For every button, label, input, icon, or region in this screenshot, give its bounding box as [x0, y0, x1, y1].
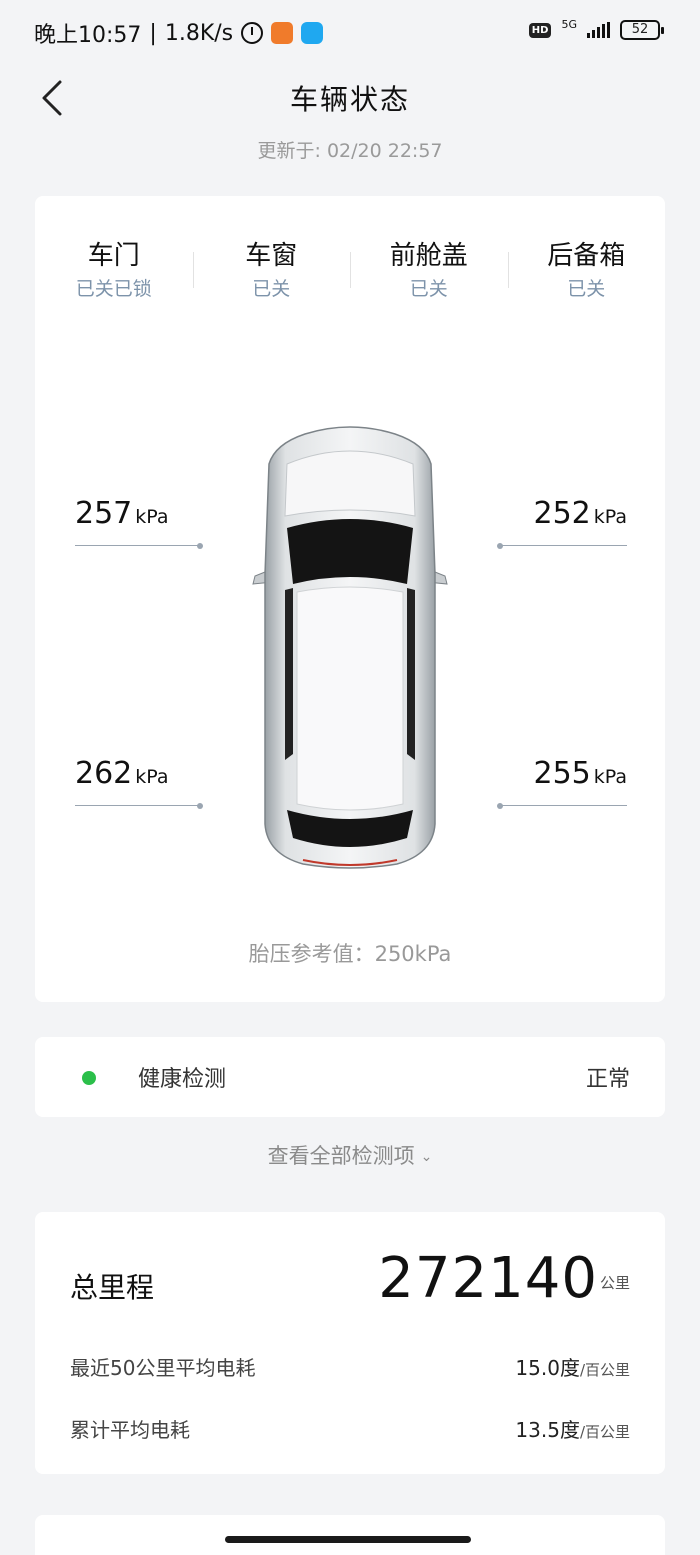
status-item-door: 车门 已关已锁 — [35, 238, 193, 304]
car-top-view-image — [252, 426, 448, 869]
status-row: 车门 已关已锁 车窗 已关 前舱盖 已关 后备箱 已关 — [35, 238, 665, 304]
tire-pressure-unit: kPa — [135, 766, 169, 788]
total-mileage-unit: 公里 — [599, 1274, 630, 1292]
network-type: 5G — [561, 17, 577, 31]
consumption-unit: /百公里 — [579, 1423, 630, 1441]
recent-consumption-label: 最近50公里平均电耗 — [70, 1356, 256, 1380]
status-speed: 1.8K/s — [164, 20, 234, 46]
status-value: 已关 — [567, 278, 606, 300]
status-label: 车门 — [87, 241, 140, 271]
health-status-dot — [82, 1071, 96, 1085]
consumption-number: 15.0度 — [515, 1356, 580, 1380]
hd-icon: HD — [528, 22, 552, 38]
status-item-trunk: 后备箱 已关 — [507, 238, 666, 304]
home-indicator[interactable] — [225, 1536, 471, 1543]
health-check-label: 健康检测 — [138, 1067, 227, 1092]
status-value: 已关 — [252, 278, 291, 300]
updated-time: 更新于: 02/20 22:57 — [257, 140, 443, 162]
tire-pressure-value: 257 — [75, 496, 133, 531]
total-consumption-value: 13.5度/百公里 — [515, 1414, 630, 1443]
status-value: 已关 — [409, 278, 448, 300]
status-label: 后备箱 — [547, 241, 626, 271]
page-title: 车辆状态 — [289, 83, 410, 116]
tire-pressure-value: 252 — [533, 496, 591, 531]
app-notification-icon — [271, 22, 294, 44]
tire-pressure-reference: 胎压参考值：250kPa — [248, 942, 452, 966]
tire-pressure-unit: kPa — [593, 766, 627, 788]
total-mileage-value: 272140 — [378, 1246, 598, 1311]
status-label: 前舱盖 — [389, 241, 468, 271]
consumption-number: 13.5度 — [515, 1418, 580, 1442]
status-bar: 晚上10:57 | 1.8K/s HD 5G 52 — [0, 0, 700, 60]
tire-front-left: 257 kPa — [75, 496, 205, 549]
status-item-hood: 前舱盖 已关 — [350, 238, 508, 304]
battery-icon: 52 — [620, 20, 664, 40]
next-card-partial — [35, 1515, 665, 1555]
tire-pressure-unit: kPa — [593, 506, 627, 528]
consumption-unit: /百公里 — [579, 1361, 630, 1379]
tire-rear-right: 255 kPa — [497, 756, 627, 809]
health-check-card[interactable]: 健康检测 正常 — [35, 1037, 665, 1117]
app-notification-icon-2 — [301, 22, 324, 44]
tire-front-right: 252 kPa — [497, 496, 627, 549]
tire-pressure-value: 255 — [533, 756, 591, 791]
signal-icon — [587, 22, 610, 38]
total-consumption-label: 累计平均电耗 — [70, 1418, 190, 1442]
health-check-value: 正常 — [585, 1067, 630, 1092]
status-value: 已关已锁 — [75, 278, 152, 300]
total-mileage-label: 总里程 — [70, 1271, 155, 1304]
alarm-icon — [241, 22, 264, 44]
tire-rear-left: 262 kPa — [75, 756, 205, 809]
tire-pressure-unit: kPa — [135, 506, 169, 528]
mileage-card: 总里程 272140 公里 最近50公里平均电耗 15.0度/百公里 累计平均电… — [35, 1212, 665, 1474]
view-all-checks-link[interactable]: 查看全部检测项 ⌄ — [0, 1140, 700, 1170]
status-label: 车窗 — [245, 241, 298, 271]
status-time: 晚上10:57 — [34, 23, 142, 48]
chevron-down-icon: ⌄ — [420, 1149, 433, 1165]
status-left: 晚上10:57 | 1.8K/s — [34, 17, 324, 49]
tire-pressure-value: 262 — [75, 756, 133, 791]
status-separator: | — [149, 20, 157, 46]
status-item-window: 车窗 已关 — [192, 238, 351, 304]
status-right: HD 5G 52 — [528, 17, 664, 40]
vehicle-status-card: 车门 已关已锁 车窗 已关 前舱盖 已关 后备箱 已关 257 kPa 252 kP… — [35, 196, 665, 1002]
view-all-label: 查看全部检测项 — [267, 1144, 415, 1168]
recent-consumption-value: 15.0度/百公里 — [515, 1352, 630, 1381]
